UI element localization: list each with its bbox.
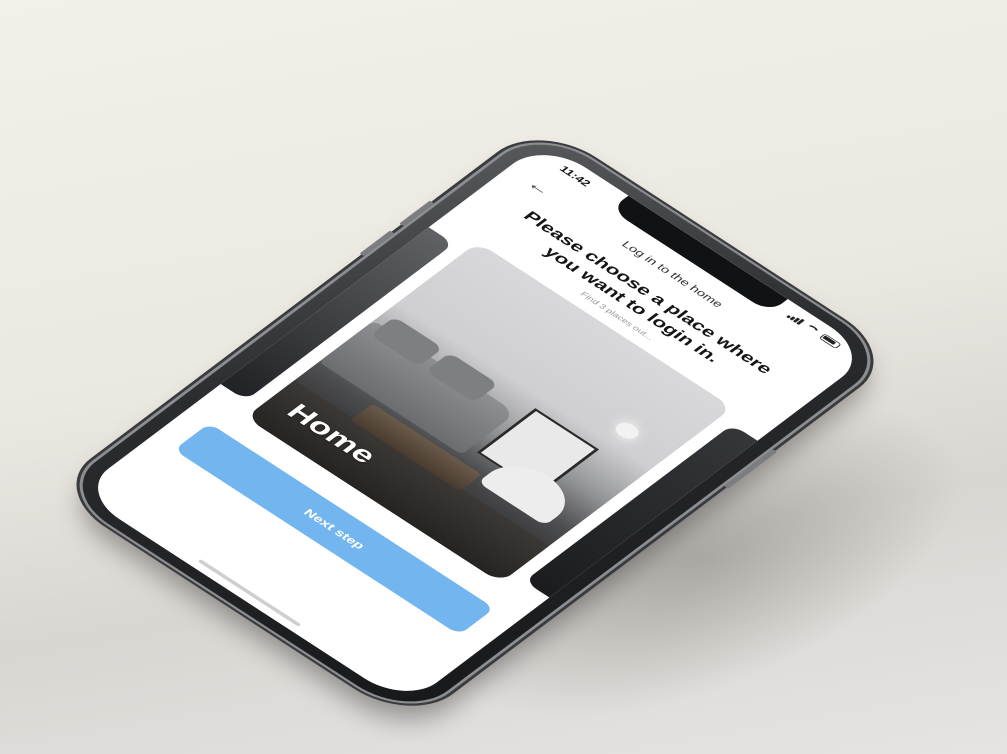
room-photo-lamp xyxy=(611,419,644,442)
scene: 11:42 ← Log in to the home Please choose… xyxy=(0,0,1007,754)
status-time: 11:42 xyxy=(556,163,594,189)
wifi-icon xyxy=(802,323,821,336)
status-icons xyxy=(786,312,842,349)
volume-button xyxy=(359,230,395,257)
home-indicator xyxy=(197,559,302,627)
signal-icon xyxy=(786,312,805,325)
battery-icon xyxy=(818,333,842,349)
volume-button xyxy=(399,200,435,227)
